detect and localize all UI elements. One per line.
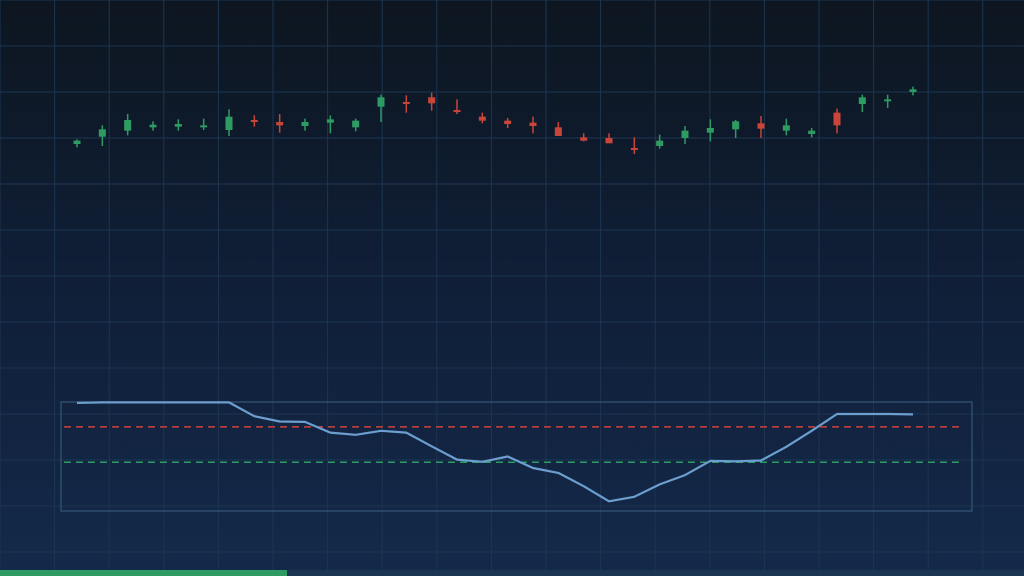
candle-body — [428, 97, 436, 104]
candle-body — [326, 119, 334, 123]
candle-body — [681, 130, 689, 138]
candle-body — [276, 122, 284, 126]
candle-body — [402, 102, 410, 104]
candle-body — [174, 124, 182, 127]
candle-body — [706, 128, 714, 133]
candle-body — [782, 125, 790, 131]
candle-body — [73, 140, 81, 144]
background-grid — [0, 0, 1024, 576]
candle-body — [884, 99, 892, 102]
candle-body — [200, 125, 208, 128]
candle-body — [605, 138, 613, 144]
progress-track — [0, 570, 1024, 576]
candle-body — [352, 120, 360, 128]
candle-body — [580, 137, 588, 141]
candle-body — [732, 121, 740, 130]
candle-body — [478, 116, 486, 121]
candle-body — [858, 97, 866, 104]
candle-body — [453, 110, 461, 112]
candle-body — [250, 120, 258, 122]
candle-body — [98, 129, 106, 137]
candle-body — [630, 148, 638, 150]
chart-stage — [0, 0, 1024, 576]
candlestick-series — [73, 86, 917, 154]
oscillator-reference-lines — [64, 426, 960, 464]
candle-body — [301, 122, 309, 126]
candle-body — [377, 97, 385, 107]
oscillator-panel-border — [60, 401, 973, 512]
candle-body — [833, 112, 841, 126]
candle-body — [909, 89, 917, 92]
oscillator-series — [76, 401, 914, 503]
candle-body — [757, 123, 765, 129]
oscillator-line — [76, 401, 914, 503]
candle-body — [529, 122, 537, 126]
candle-body — [504, 120, 512, 124]
candle-body — [149, 124, 157, 128]
candle-body — [808, 130, 816, 134]
candle-body — [554, 127, 562, 136]
chart-canvas — [0, 0, 1024, 576]
candle-body — [225, 116, 233, 130]
candle-body — [124, 120, 132, 131]
progress-fill — [0, 570, 287, 576]
candle-body — [656, 140, 664, 146]
